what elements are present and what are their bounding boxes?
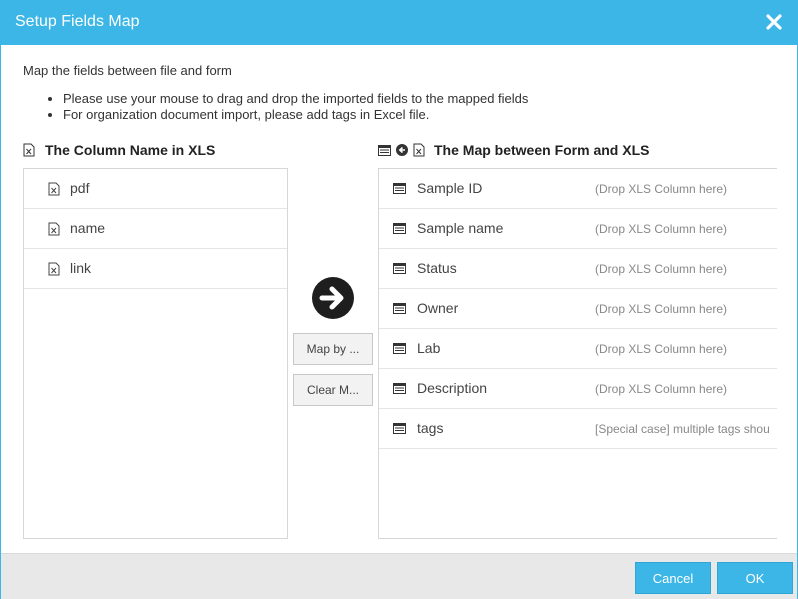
xls-column-item[interactable]: name bbox=[24, 209, 287, 249]
form-field-icon bbox=[393, 223, 406, 234]
form-field-row[interactable]: Sample ID (Drop XLS Column here) bbox=[379, 169, 777, 209]
close-icon[interactable] bbox=[765, 13, 783, 31]
form-field-label: Status bbox=[417, 260, 457, 276]
arrow-left-circle-icon bbox=[396, 144, 408, 156]
ok-button[interactable]: OK bbox=[717, 562, 793, 594]
form-field-row[interactable]: tags [Special case] multiple tags shou bbox=[379, 409, 777, 449]
form-field-row[interactable]: Owner (Drop XLS Column here) bbox=[379, 289, 777, 329]
xls-columns-panel: pdf name link bbox=[23, 168, 288, 539]
intro-text: Map the fields between file and form bbox=[23, 63, 232, 78]
drop-target[interactable]: (Drop XLS Column here) bbox=[595, 342, 727, 356]
form-field-icon bbox=[393, 343, 406, 354]
form-field-icon bbox=[393, 303, 406, 314]
xls-file-icon bbox=[48, 222, 60, 236]
form-field-icon bbox=[393, 383, 406, 394]
form-field-label: Sample name bbox=[417, 220, 504, 236]
drop-target[interactable]: (Drop XLS Column here) bbox=[595, 262, 727, 276]
left-heading: The Column Name in XLS bbox=[23, 142, 215, 158]
form-field-row[interactable]: Lab (Drop XLS Column here) bbox=[379, 329, 777, 369]
xls-file-icon bbox=[413, 143, 425, 157]
form-field-label: Description bbox=[417, 380, 488, 396]
clear-map-button[interactable]: Clear M... bbox=[293, 374, 373, 406]
xls-file-icon bbox=[48, 262, 60, 276]
form-field-label: tags bbox=[417, 420, 444, 436]
drop-target[interactable]: [Special case] multiple tags shou bbox=[595, 422, 770, 436]
left-heading-text: The Column Name in XLS bbox=[45, 142, 216, 158]
dialog-title: Setup Fields Map bbox=[15, 13, 140, 30]
xls-file-icon bbox=[48, 182, 60, 196]
xls-file-icon bbox=[23, 143, 35, 157]
instruction-item: For organization document import, please… bbox=[63, 107, 528, 123]
drop-target[interactable]: (Drop XLS Column here) bbox=[595, 302, 727, 316]
form-field-icon bbox=[393, 423, 406, 434]
form-field-row[interactable]: Sample name (Drop XLS Column here) bbox=[379, 209, 777, 249]
xls-column-label: link bbox=[70, 260, 92, 276]
form-field-icon bbox=[393, 183, 406, 194]
setup-fields-map-dialog: Setup Fields Map Map the fields between … bbox=[0, 0, 798, 599]
right-heading-text: The Map between Form and XLS bbox=[434, 142, 650, 158]
xls-column-label: pdf bbox=[70, 180, 90, 196]
xls-column-item[interactable]: pdf bbox=[24, 169, 287, 209]
form-field-label: Sample ID bbox=[417, 180, 483, 196]
cancel-button[interactable]: Cancel bbox=[635, 562, 711, 594]
right-heading: The Map between Form and XLS bbox=[378, 142, 649, 158]
form-field-icon bbox=[378, 145, 391, 156]
form-field-icon bbox=[393, 263, 406, 274]
form-field-row[interactable]: Description (Drop XLS Column here) bbox=[379, 369, 777, 409]
drop-target[interactable]: (Drop XLS Column here) bbox=[595, 382, 727, 396]
dialog-footer: Cancel OK bbox=[1, 553, 797, 599]
map-by-button[interactable]: Map by ... bbox=[293, 333, 373, 365]
instruction-item: Please use your mouse to drag and drop t… bbox=[63, 91, 528, 107]
drop-target[interactable]: (Drop XLS Column here) bbox=[595, 182, 727, 196]
form-fields-panel: Sample ID (Drop XLS Column here) Sample … bbox=[378, 168, 777, 539]
xls-column-label: name bbox=[70, 220, 106, 236]
xls-column-item[interactable]: link bbox=[24, 249, 287, 289]
form-field-label: Owner bbox=[417, 300, 459, 316]
instruction-list: Please use your mouse to drag and drop t… bbox=[43, 91, 528, 123]
arrow-right-circle-icon[interactable] bbox=[311, 276, 355, 320]
form-field-label: Lab bbox=[417, 340, 441, 356]
drop-target[interactable]: (Drop XLS Column here) bbox=[595, 222, 727, 236]
title-bar: Setup Fields Map bbox=[1, 1, 797, 45]
form-field-row[interactable]: Status (Drop XLS Column here) bbox=[379, 249, 777, 289]
